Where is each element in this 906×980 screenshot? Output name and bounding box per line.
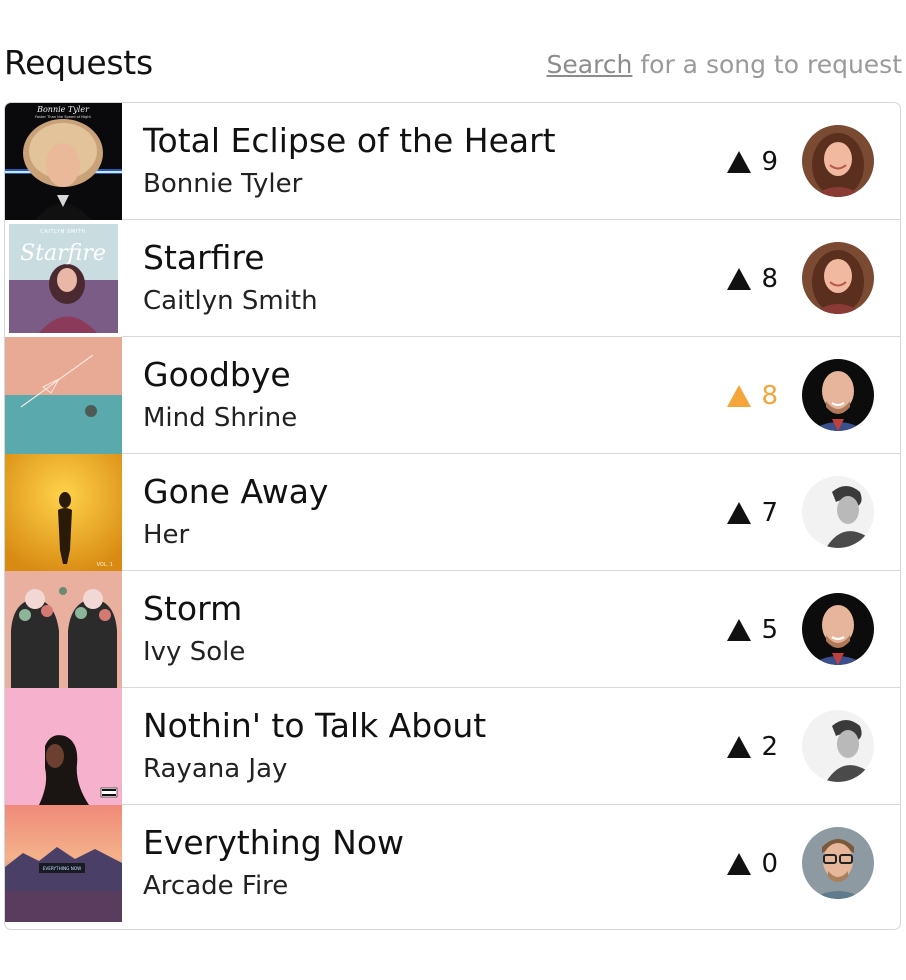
album-art-everything-now-icon: EVERYTHING NOW <box>5 805 122 922</box>
requester-avatar-icon <box>802 359 874 431</box>
song-title: Nothin' to Talk About <box>143 706 487 745</box>
upvote-arrow-icon <box>727 853 752 875</box>
song-title: Starfire <box>143 238 265 277</box>
song-title: Gone Away <box>143 472 329 511</box>
vote-count: 7 <box>761 498 778 528</box>
album-art-artist-text: CAITLYN SMITH <box>40 229 86 235</box>
album-art-starfire-icon: CAITLYN SMITH Starfire <box>5 220 122 337</box>
vote-count: 9 <box>761 147 778 177</box>
request-list: Bonnie Tyler Faster Than the Speed of Ni… <box>4 102 901 930</box>
search-hint: Search for a song to request <box>547 50 902 79</box>
upvote-button[interactable]: 8 <box>727 378 778 414</box>
vote-count: 5 <box>761 615 778 645</box>
requester-avatar-icon <box>802 827 874 899</box>
song-artist: Ivy Sole <box>143 637 246 667</box>
album-art-storm-icon <box>5 571 122 688</box>
requests-header: Requests Search for a song to request <box>4 38 902 94</box>
request-row[interactable]: CAITLYN SMITH Starfire Starfire Caitlyn … <box>5 220 900 337</box>
page-title: Requests <box>4 43 153 82</box>
album-art-title-text: Bonnie Tyler <box>36 105 90 114</box>
upvote-button[interactable]: 9 <box>727 144 778 180</box>
upvote-button[interactable]: 2 <box>727 729 778 765</box>
request-row[interactable]: Nothin' to Talk About Rayana Jay 2 <box>5 688 900 805</box>
song-artist: Rayana Jay <box>143 754 288 784</box>
upvote-button[interactable]: 7 <box>727 495 778 531</box>
upvote-arrow-icon <box>727 502 752 524</box>
request-row[interactable]: Goodbye Mind Shrine 8 <box>5 337 900 454</box>
album-art-volume-text: VOL. 1 <box>97 562 113 568</box>
vote-count: 8 <box>761 264 778 294</box>
song-title: Goodbye <box>143 355 291 394</box>
requester-avatar-icon <box>802 125 874 197</box>
song-title: Everything Now <box>143 823 405 862</box>
request-row[interactable]: Storm Ivy Sole 5 <box>5 571 900 688</box>
request-row[interactable]: Bonnie Tyler Faster Than the Speed of Ni… <box>5 103 900 220</box>
song-artist: Mind Shrine <box>143 403 298 433</box>
vote-count: 8 <box>761 381 778 411</box>
requester-avatar-icon <box>802 476 874 548</box>
song-artist: Arcade Fire <box>143 871 289 901</box>
upvote-arrow-icon <box>727 619 752 641</box>
album-art-title-text: Starfire <box>20 241 106 266</box>
album-art-nothin-icon <box>5 688 122 805</box>
upvote-arrow-icon <box>727 736 752 758</box>
upvote-arrow-icon <box>727 385 752 407</box>
song-artist: Her <box>143 520 190 550</box>
request-row[interactable]: VOL. 1 Gone Away Her 7 <box>5 454 900 571</box>
song-title: Storm <box>143 589 243 628</box>
album-art-total-eclipse-icon: Bonnie Tyler Faster Than the Speed of Ni… <box>5 103 122 220</box>
album-art-sign-text: EVERYTHING NOW <box>43 866 82 871</box>
upvote-button[interactable]: 8 <box>727 261 778 297</box>
search-hint-text: for a song to request <box>632 50 902 79</box>
album-art-subtitle-text: Faster Than the Speed of Night <box>35 115 91 119</box>
upvote-button[interactable]: 5 <box>727 612 778 648</box>
requester-avatar-icon <box>802 242 874 314</box>
upvote-arrow-icon <box>727 268 752 290</box>
vote-count: 2 <box>761 732 778 762</box>
album-art-goodbye-icon <box>5 337 122 454</box>
album-art-gone-away-icon: VOL. 1 <box>5 454 122 571</box>
song-title: Total Eclipse of the Heart <box>143 121 556 160</box>
request-row[interactable]: EVERYTHING NOW Everything Now Arcade Fir… <box>5 805 900 922</box>
requester-avatar-icon <box>802 593 874 665</box>
upvote-button[interactable]: 0 <box>727 846 778 882</box>
vote-count: 0 <box>761 849 778 879</box>
upvote-arrow-icon <box>727 151 752 173</box>
requester-avatar-icon <box>802 710 874 782</box>
song-artist: Bonnie Tyler <box>143 169 303 199</box>
song-artist: Caitlyn Smith <box>143 286 318 316</box>
search-link[interactable]: Search <box>547 50 633 79</box>
